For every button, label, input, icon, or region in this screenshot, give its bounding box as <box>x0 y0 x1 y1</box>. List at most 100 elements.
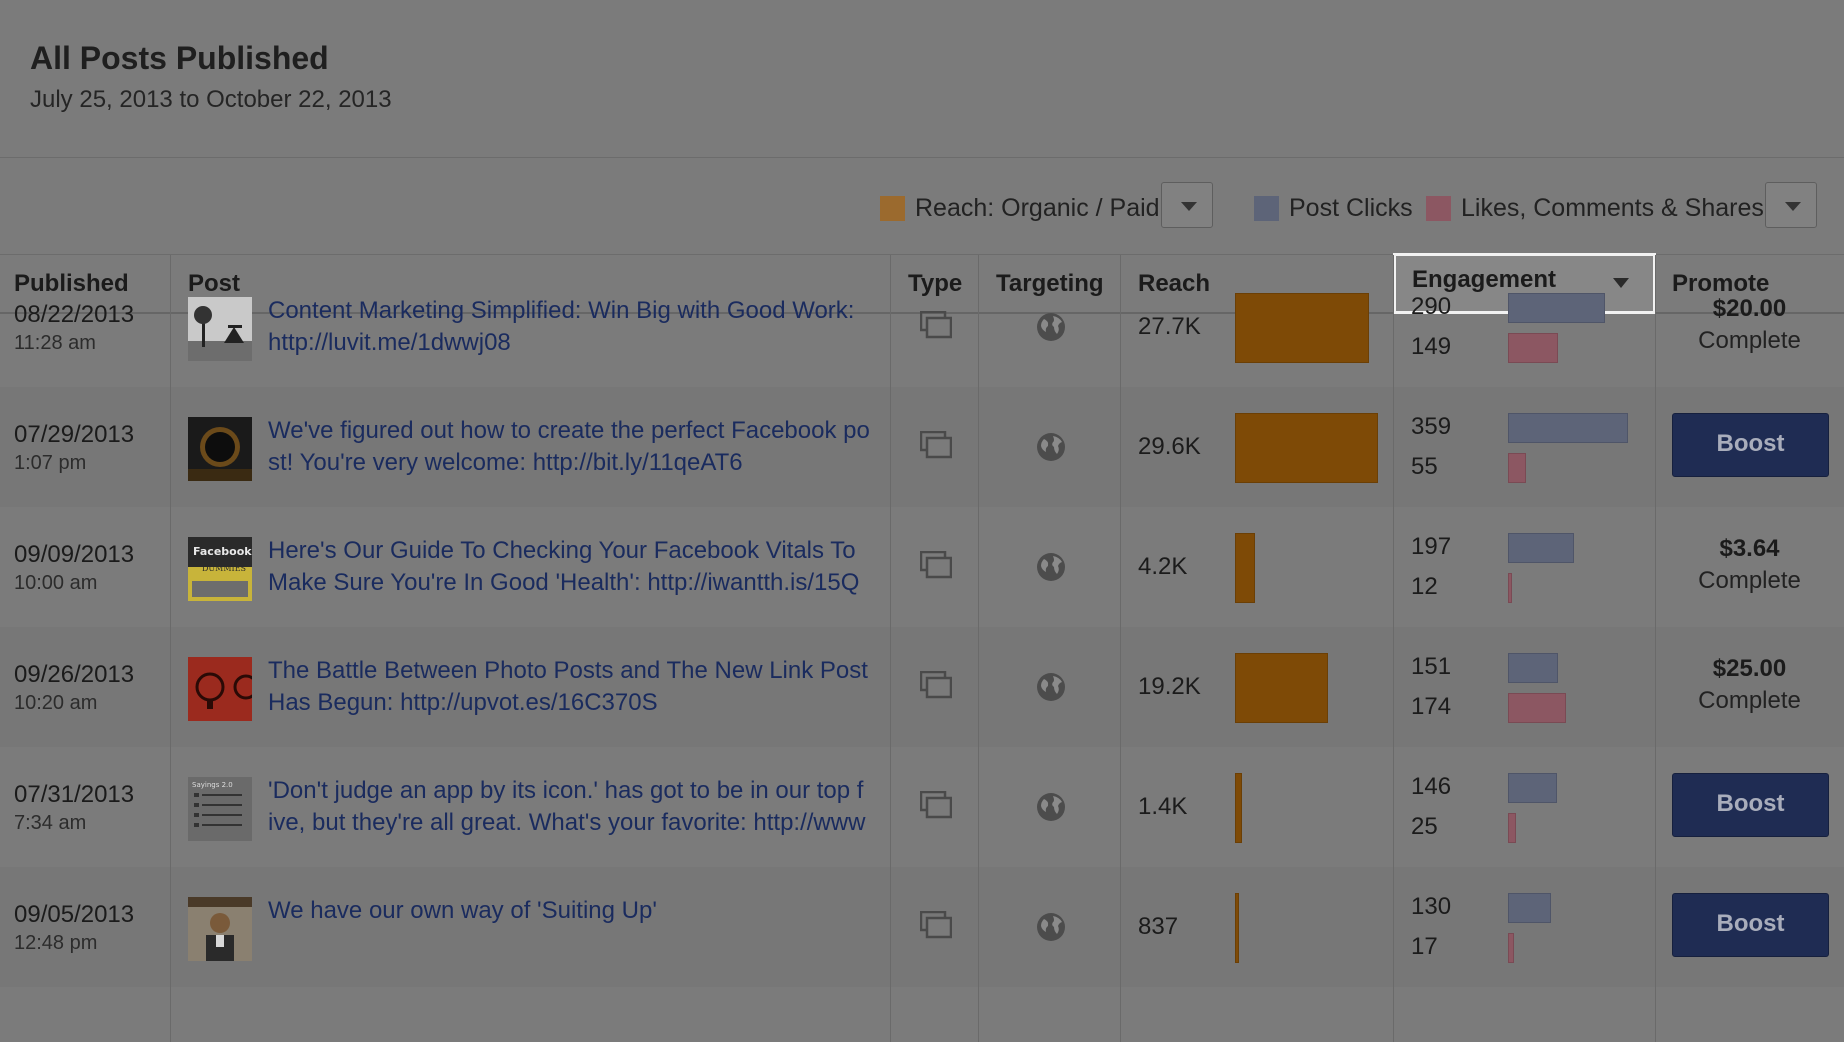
likes-value: 149 <box>1411 333 1452 360</box>
promote-amount: $25.00 <box>1712 655 1787 682</box>
reach-bar <box>1235 893 1239 963</box>
legend-post-clicks: Post Clicks <box>1254 188 1413 228</box>
boost-button[interactable]: Boost <box>1672 773 1829 837</box>
post-clicks-bar <box>1508 533 1574 563</box>
boost-button[interactable]: Boost <box>1672 413 1829 477</box>
reach-bar <box>1235 773 1242 843</box>
promote-amount: $3.64 <box>1719 535 1780 562</box>
post-type-icon <box>919 430 953 459</box>
published-date: 07/31/2013 <box>14 781 135 808</box>
column-divider <box>978 255 979 1042</box>
post-clicks-bar <box>1508 773 1557 803</box>
reach-swatch <box>880 195 905 221</box>
post-clicks-value: 130 <box>1411 893 1452 920</box>
post-type-icon <box>919 790 953 819</box>
post-thumbnail[interactable]: Sayings 2.0 <box>188 777 252 841</box>
reach-value: 4.2K <box>1138 553 1188 580</box>
post-link[interactable]: The Battle Between Photo Posts and The N… <box>268 655 874 719</box>
post-type-icon <box>919 670 953 699</box>
likes-bar <box>1508 453 1526 483</box>
published-date: 09/26/2013 <box>14 661 135 688</box>
likes-bar <box>1508 333 1558 363</box>
published-date: 07/29/2013 <box>14 421 135 448</box>
published-time: 12:48 pm <box>14 932 98 954</box>
post-thumbnail[interactable] <box>188 897 252 961</box>
promote-status: Complete <box>1698 567 1801 594</box>
post-thumbnail[interactable] <box>188 297 252 361</box>
published-time: 7:34 am <box>14 812 87 834</box>
column-divider <box>1393 255 1394 1042</box>
promote-status: Complete <box>1698 327 1801 354</box>
reach-value: 27.7K <box>1138 313 1201 340</box>
reach-value: 837 <box>1138 913 1179 940</box>
legend-bar: Reach: Organic / Paid Post Clicks Likes,… <box>0 158 1844 255</box>
reach-value: 1.4K <box>1138 793 1188 820</box>
reach-bar <box>1235 533 1255 603</box>
table-row: 07/31/2013 7:34 am Sayings 2.0 'Don't ju… <box>0 747 1844 867</box>
boost-button[interactable]: Boost <box>1672 893 1829 957</box>
published-time: 11:28 am <box>14 332 96 354</box>
promote-amount: $20.00 <box>1712 295 1787 322</box>
globe-icon <box>1036 552 1066 582</box>
post-link[interactable]: 'Don't judge an app by its icon.' has go… <box>268 775 874 839</box>
table-row: 07/29/2013 1:07 pm We've figured out how… <box>0 387 1844 507</box>
published-date: 09/09/2013 <box>14 541 135 568</box>
page-title: All Posts Published <box>30 40 329 76</box>
post-link[interactable]: Content Marketing Simplified: Win Big wi… <box>268 295 874 359</box>
likes-bar <box>1508 573 1512 603</box>
likes-bar <box>1508 813 1516 843</box>
likes-value: 55 <box>1411 453 1438 480</box>
reach-bar <box>1235 413 1378 483</box>
globe-icon <box>1036 432 1066 462</box>
post-clicks-swatch <box>1254 195 1279 221</box>
post-clicks-value: 359 <box>1411 413 1452 440</box>
column-divider <box>170 255 171 1042</box>
globe-icon <box>1036 312 1066 342</box>
legend-reach: Reach: Organic / Paid <box>880 188 1160 228</box>
post-clicks-value: 197 <box>1411 533 1452 560</box>
table-row: 09/09/2013 10:00 am Facebook DUMMIES Here… <box>0 507 1844 627</box>
legend-reach-label: Reach: Organic / Paid <box>915 193 1160 222</box>
likes-value: 25 <box>1411 813 1438 840</box>
likes-bar <box>1508 933 1514 963</box>
legend-likes-label: Likes, Comments & Shares <box>1461 193 1764 222</box>
table-row: 08/22/2013 11:28 am Content Marketing Si… <box>0 267 1844 387</box>
engagement-metric-dropdown[interactable] <box>1765 182 1817 228</box>
reach-value: 19.2K <box>1138 673 1201 700</box>
column-divider <box>890 255 891 1042</box>
post-clicks-bar <box>1508 413 1628 443</box>
post-type-icon <box>919 910 953 939</box>
column-divider <box>1120 255 1121 1042</box>
post-clicks-value: 151 <box>1411 653 1452 680</box>
reach-metric-dropdown[interactable] <box>1161 182 1213 228</box>
post-link[interactable]: We've figured out how to create the perf… <box>268 415 874 479</box>
promote-status: Complete <box>1698 687 1801 714</box>
post-link[interactable]: We have our own way of 'Suiting Up' <box>268 895 874 927</box>
date-range: July 25, 2013 to October 22, 2013 <box>30 86 392 113</box>
globe-icon <box>1036 792 1066 822</box>
svg-text:DUMMIES: DUMMIES <box>202 564 246 573</box>
legend-post-clicks-label: Post Clicks <box>1289 193 1413 222</box>
published-time: 10:20 am <box>14 692 98 714</box>
post-clicks-bar <box>1508 893 1551 923</box>
report-header: All Posts Published July 25, 2013 to Oct… <box>0 0 1844 158</box>
published-date: 08/22/2013 <box>14 301 135 328</box>
svg-text:Facebook: Facebook <box>193 545 252 558</box>
post-clicks-value: 290 <box>1411 293 1452 320</box>
published-date: 09/05/2013 <box>14 901 135 928</box>
post-thumbnail[interactable]: Facebook DUMMIES <box>188 537 252 601</box>
likes-value: 17 <box>1411 933 1438 960</box>
post-link[interactable]: Here's Our Guide To Checking Your Facebo… <box>268 535 874 599</box>
post-thumbnail[interactable] <box>188 417 252 481</box>
post-clicks-value: 146 <box>1411 773 1452 800</box>
globe-icon <box>1036 912 1066 942</box>
globe-icon <box>1036 672 1066 702</box>
post-thumbnail[interactable] <box>188 657 259 721</box>
svg-text:Sayings 2.0: Sayings 2.0 <box>192 781 233 789</box>
likes-bar <box>1508 693 1566 723</box>
column-divider <box>1655 255 1656 1042</box>
legend-likes: Likes, Comments & Shares <box>1426 188 1764 228</box>
likes-swatch <box>1426 195 1451 221</box>
table-row: 09/26/2013 10:20 am The Battle Between P… <box>0 627 1844 747</box>
published-time: 10:00 am <box>14 572 98 594</box>
